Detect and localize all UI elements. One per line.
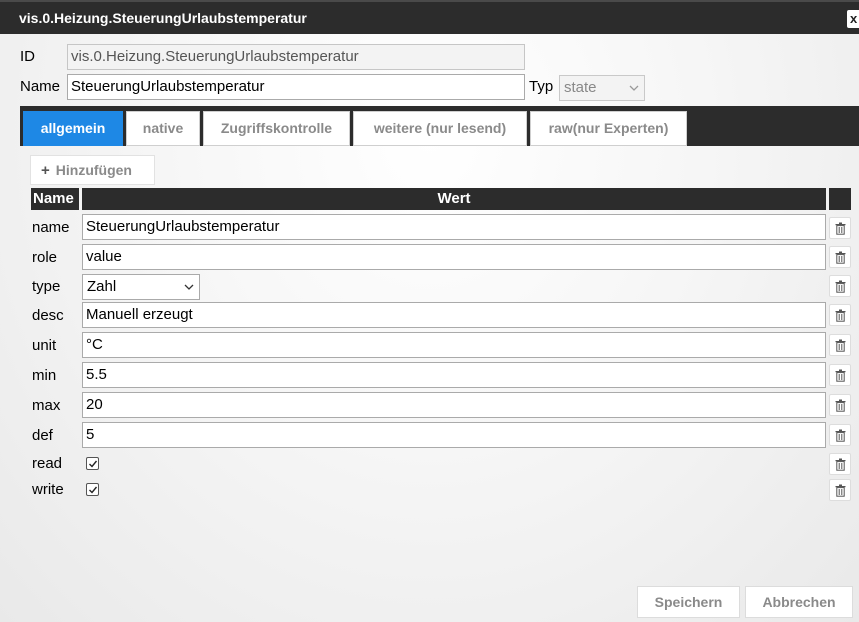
- tab-raw[interactable]: raw(nur Experten): [530, 111, 687, 146]
- attribute-name: min: [32, 367, 57, 384]
- delete-button[interactable]: [829, 394, 851, 416]
- chevron-down-icon: [629, 85, 639, 91]
- tab-native[interactable]: native: [126, 111, 200, 146]
- attribute-name: type: [32, 278, 61, 295]
- attribute-name: write: [32, 481, 64, 498]
- trash-icon: [835, 222, 846, 235]
- name-input[interactable]: SteuerungUrlaubstemperatur: [67, 74, 525, 100]
- trash-icon: [835, 251, 846, 264]
- attribute-value-input[interactable]: value: [82, 244, 826, 270]
- attribute-name: desc: [32, 307, 64, 324]
- attribute-value-input[interactable]: SteuerungUrlaubstemperatur: [82, 214, 826, 240]
- attribute-name: def: [32, 427, 53, 444]
- delete-button[interactable]: [829, 479, 851, 501]
- trash-icon: [835, 339, 846, 352]
- attribute-name: read: [32, 455, 63, 472]
- typ-select-value: state: [564, 79, 597, 96]
- column-header-actions: [829, 188, 851, 210]
- attribute-name: max: [32, 397, 61, 414]
- delete-button[interactable]: [829, 453, 851, 475]
- type-select-value: Zahl: [87, 278, 117, 295]
- tab-allgemein[interactable]: allgemein: [23, 111, 123, 146]
- close-button[interactable]: x: [847, 10, 859, 28]
- tab-bar: allgemein native Zugriffskontrolle weite…: [20, 106, 859, 146]
- tab-zugriffskontrolle[interactable]: Zugriffskontrolle: [203, 111, 350, 146]
- add-attribute-button[interactable]: + Hinzufügen: [30, 155, 155, 185]
- cancel-button[interactable]: Abbrechen: [745, 586, 853, 618]
- trash-icon: [835, 458, 846, 471]
- id-field: vis.0.Heizung.SteuerungUrlaubstemperatur: [67, 44, 525, 70]
- write-checkbox[interactable]: [86, 483, 99, 496]
- dialog-title: vis.0.Heizung.SteuerungUrlaubstemperatur: [19, 10, 307, 26]
- delete-button[interactable]: [829, 334, 851, 356]
- attribute-value-input[interactable]: °C: [82, 332, 826, 358]
- close-icon: x: [850, 11, 858, 26]
- trash-icon: [835, 280, 846, 293]
- attribute-value-input[interactable]: 5.5: [82, 362, 826, 388]
- trash-icon: [835, 369, 846, 382]
- tab-weitere[interactable]: weitere (nur lesend): [353, 111, 527, 146]
- checkmark-icon: [89, 486, 98, 494]
- add-button-label: Hinzufügen: [55, 162, 132, 178]
- read-checkbox[interactable]: [86, 457, 99, 470]
- attribute-value-input[interactable]: 5: [82, 422, 826, 448]
- attribute-name: role: [32, 249, 58, 266]
- delete-button[interactable]: [829, 246, 851, 268]
- delete-button[interactable]: [829, 275, 851, 297]
- trash-icon: [835, 429, 846, 442]
- save-button[interactable]: Speichern: [637, 586, 740, 618]
- delete-button[interactable]: [829, 424, 851, 446]
- plus-icon: +: [41, 162, 50, 179]
- attribute-value-input[interactable]: Manuell erzeugt: [82, 302, 826, 328]
- name-label: Name: [20, 78, 61, 95]
- delete-button[interactable]: [829, 217, 851, 239]
- chevron-down-icon: [184, 284, 194, 290]
- delete-button[interactable]: [829, 304, 851, 326]
- attribute-name: unit: [32, 337, 57, 354]
- attribute-name: name: [32, 219, 70, 236]
- checkmark-icon: [89, 460, 98, 468]
- column-header-value: Wert: [82, 188, 826, 210]
- trash-icon: [835, 399, 846, 412]
- id-label: ID: [20, 48, 35, 65]
- typ-select[interactable]: state: [559, 75, 645, 101]
- trash-icon: [835, 309, 846, 322]
- delete-button[interactable]: [829, 364, 851, 386]
- column-header-name: Name: [31, 188, 79, 210]
- attribute-value-input[interactable]: 20: [82, 392, 826, 418]
- typ-label: Typ: [529, 78, 554, 95]
- trash-icon: [835, 484, 846, 497]
- type-select[interactable]: Zahl: [82, 274, 200, 300]
- dialog-titlebar: vis.0.Heizung.SteuerungUrlaubstemperatur…: [0, 0, 859, 34]
